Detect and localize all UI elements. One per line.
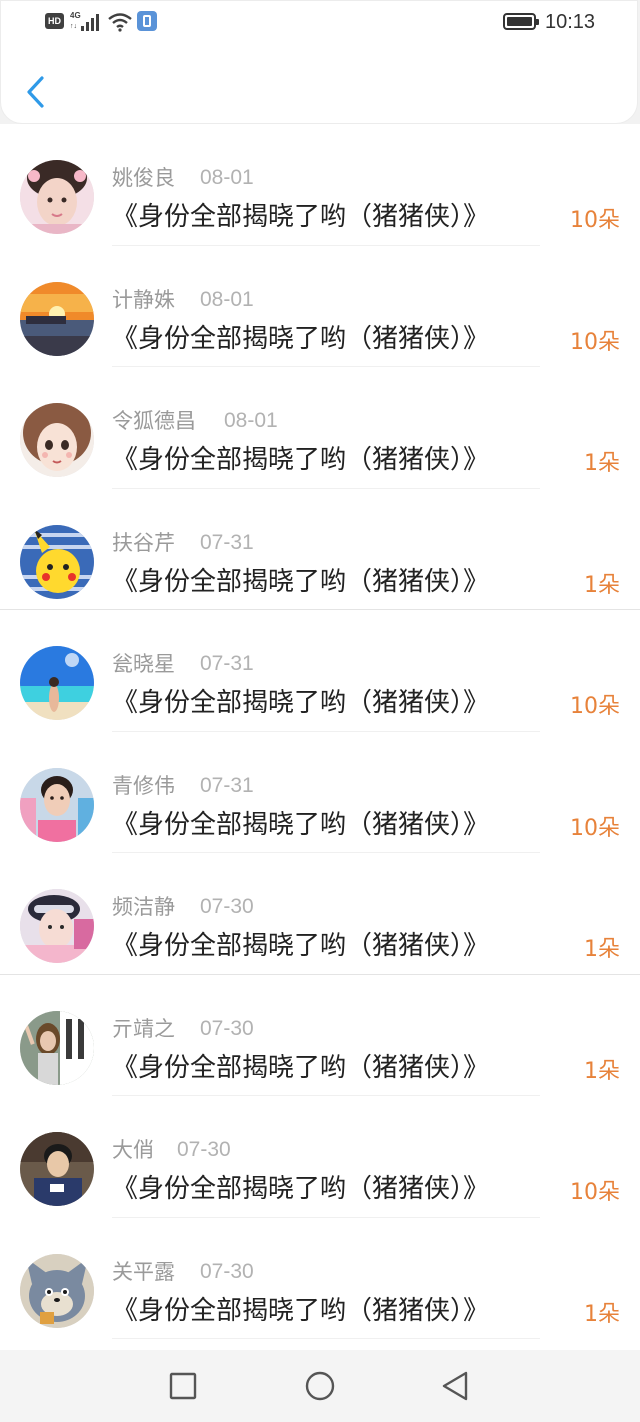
list-item[interactable]: 计静姝 08-01 《身份全部揭晓了哟（猪猪侠）》 10朵 — [0, 245, 640, 367]
record-date: 07-30 — [177, 1138, 231, 1161]
book-title: 《身份全部揭晓了哟（猪猪侠）》 — [112, 202, 490, 232]
list-item[interactable]: 扶谷芹 07-31 《身份全部揭晓了哟（猪猪侠）》 1朵 — [0, 488, 640, 610]
flower-record-list[interactable]: 姚俊良 08-01 《身份全部揭晓了哟（猪猪侠）》 10朵 计静姝 08-01 … — [0, 124, 640, 1350]
user-name: 扶谷芹 — [112, 530, 175, 555]
flower-count: 1朵 — [584, 451, 620, 476]
list-item[interactable]: 大俏 07-30 《身份全部揭晓了哟（猪猪侠）》 10朵 — [0, 1096, 640, 1218]
record-date: 08-01 — [200, 287, 254, 311]
square-icon — [169, 1372, 197, 1400]
wifi-icon — [108, 13, 132, 32]
avatar — [20, 646, 94, 720]
record-date: 07-31 — [200, 530, 254, 554]
list-item[interactable]: 频洁静 07-30 《身份全部揭晓了哟（猪猪侠）》 1朵 — [0, 853, 640, 975]
battery-icon — [503, 13, 539, 30]
list-item[interactable]: 关平露 07-30 《身份全部揭晓了哟（猪猪侠）》 1朵 — [0, 1217, 640, 1339]
circle-icon — [305, 1371, 335, 1401]
triangle-back-icon — [442, 1371, 468, 1401]
system-back-button[interactable] — [437, 1368, 473, 1404]
avatar — [20, 160, 94, 234]
sim-icon — [137, 11, 157, 31]
book-title: 《身份全部揭晓了哟（猪猪侠）》 — [112, 688, 490, 718]
record-date: 07-31 — [200, 773, 254, 797]
avatar — [20, 889, 94, 963]
recent-apps-button[interactable] — [165, 1368, 201, 1404]
avatar — [20, 403, 94, 477]
user-name: 大俏 — [112, 1138, 154, 1162]
record-date: 08-01 — [200, 166, 254, 189]
record-date: 07-30 — [200, 895, 254, 918]
flower-count: 1朵 — [584, 937, 620, 962]
book-title: 《身份全部揭晓了哟（猪猪侠）》 — [112, 323, 490, 354]
user-name: 频洁静 — [112, 895, 175, 919]
clock: 10:13 — [545, 11, 596, 33]
record-date: 07-31 — [200, 652, 254, 675]
record-date: 07-30 — [200, 1259, 254, 1283]
system-nav-bar — [0, 1350, 640, 1422]
record-date: 08-01 — [224, 409, 278, 432]
book-title: 《身份全部揭晓了哟（猪猪侠）》 — [112, 931, 490, 961]
book-title: 《身份全部揭晓了哟（猪猪侠）》 — [112, 1052, 490, 1083]
book-title: 《身份全部揭晓了哟（猪猪侠）》 — [112, 1174, 490, 1204]
flower-count: 10朵 — [570, 1180, 620, 1205]
book-title: 《身份全部揭晓了哟（猪猪侠）》 — [112, 566, 490, 597]
user-name: 亓靖之 — [112, 1016, 175, 1041]
book-title: 《身份全部揭晓了哟（猪猪侠）》 — [112, 445, 490, 475]
status-bar: HD 4G ↑↓ 10:13 — [1, 1, 637, 45]
flower-count: 1朵 — [584, 572, 620, 598]
list-item[interactable]: 姚俊良 08-01 《身份全部揭晓了哟（猪猪侠）》 10朵 — [0, 124, 640, 246]
flower-count: 10朵 — [570, 208, 620, 233]
chevron-left-icon — [27, 76, 44, 108]
user-name: 青修伟 — [112, 773, 175, 798]
user-name: 姚俊良 — [112, 166, 175, 190]
flower-count: 10朵 — [570, 694, 620, 719]
avatar — [20, 1253, 94, 1328]
avatar — [20, 1010, 94, 1085]
user-name: 瓮晓星 — [112, 652, 175, 676]
flower-count: 1朵 — [584, 1301, 620, 1327]
record-date: 07-30 — [200, 1016, 254, 1040]
user-name: 令狐德昌 — [112, 409, 196, 433]
top-bar: HD 4G ↑↓ 10:13 — [0, 0, 638, 124]
flower-count: 10朵 — [570, 329, 620, 355]
user-name: 关平露 — [112, 1259, 175, 1284]
back-button[interactable] — [17, 69, 57, 115]
book-title: 《身份全部揭晓了哟（猪猪侠）》 — [112, 809, 490, 840]
flower-count: 10朵 — [570, 815, 620, 841]
signal-icon — [81, 14, 99, 31]
avatar — [20, 281, 94, 356]
avatar — [20, 1132, 94, 1206]
list-item[interactable]: 令狐德昌 08-01 《身份全部揭晓了哟（猪猪侠）》 1朵 — [0, 367, 640, 489]
avatar — [20, 767, 94, 842]
flower-count: 1朵 — [584, 1058, 620, 1084]
home-button[interactable] — [302, 1368, 338, 1404]
list-item[interactable]: 亓靖之 07-30 《身份全部揭晓了哟（猪猪侠）》 1朵 — [0, 974, 640, 1096]
network-activity-label: ↑↓ — [70, 23, 77, 30]
user-name: 计静姝 — [112, 287, 175, 312]
hd-badge-icon: HD — [45, 13, 64, 29]
list-item[interactable]: 瓮晓星 07-31 《身份全部揭晓了哟（猪猪侠）》 10朵 — [0, 610, 640, 732]
list-item[interactable]: 青修伟 07-31 《身份全部揭晓了哟（猪猪侠）》 10朵 — [0, 731, 640, 853]
book-title: 《身份全部揭晓了哟（猪猪侠）》 — [112, 1295, 490, 1326]
avatar — [20, 524, 94, 599]
